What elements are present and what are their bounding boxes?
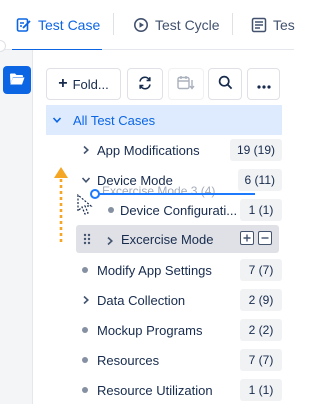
test-cycle-icon — [133, 17, 149, 33]
search-button[interactable] — [208, 68, 242, 100]
calendar-archive-icon — [177, 75, 195, 94]
tree-item-label: App Modifications — [97, 142, 200, 158]
chevron-right-icon[interactable] — [105, 234, 115, 249]
bullet-icon — [82, 327, 88, 333]
new-folder-label: Fold... — [72, 76, 109, 92]
archive-button[interactable] — [168, 68, 204, 100]
tab-test-cycle-label: Test Cycle — [155, 17, 220, 33]
more-actions-button[interactable] — [247, 68, 280, 100]
expand-all-icon[interactable] — [240, 231, 254, 245]
test-case-icon — [16, 17, 32, 33]
tab-divider — [232, 13, 233, 35]
bullet-icon — [82, 387, 88, 393]
more-horizontal-icon — [256, 77, 271, 92]
refresh-icon — [137, 75, 153, 94]
grab-cursor-icon — [77, 194, 93, 215]
tree-item-resource-utilization[interactable]: Resource Utilization 1 (1) — [46, 375, 282, 404]
tree-root-all-test-cases[interactable]: All Test Cases — [46, 105, 282, 135]
tab-test-cycle[interactable]: Test Cycle — [133, 0, 220, 50]
tree-item-data-collection[interactable]: Data Collection 2 (9) — [46, 285, 282, 315]
tree-item-mockup-programs[interactable]: Mockup Programs 2 (2) — [46, 315, 282, 345]
tree-item-label: Data Collection — [97, 292, 186, 308]
plus-icon: + — [58, 75, 68, 92]
bullet-icon — [108, 207, 114, 213]
tree-item-label: Modify App Settings — [97, 262, 212, 278]
folder-tree-toggle[interactable] — [3, 66, 31, 94]
tree-item-label: Mockup Programs — [97, 322, 203, 338]
tree-item-label: Resource Utilization — [97, 382, 213, 398]
folder-open-icon — [9, 72, 25, 89]
test-count-badge: 1 (1) — [240, 379, 282, 401]
test-count-badge: 7 (7) — [240, 259, 282, 281]
refresh-button[interactable] — [127, 68, 163, 100]
tree-item-modify-app-settings[interactable]: Modify App Settings 7 (7) — [46, 255, 282, 285]
tree-item-app-modifications[interactable]: App Modifications 19 (19) — [46, 135, 282, 165]
new-folder-button[interactable]: + Fold... — [46, 68, 121, 100]
test-count-badge: 7 (7) — [240, 349, 282, 371]
tree-root-label: All Test Cases — [73, 112, 156, 128]
chevron-down-icon[interactable] — [51, 114, 63, 126]
chevron-right-icon[interactable] — [80, 144, 92, 156]
dragging-tree-item[interactable]: Excercise Mode — [76, 225, 279, 253]
tree-item-label: Device Configurati... — [120, 202, 238, 218]
test-count-badge: 2 (2) — [240, 319, 282, 341]
search-icon — [218, 75, 233, 93]
collapse-all-icon[interactable] — [258, 231, 272, 245]
tab-test-case-label: Test Case — [38, 17, 101, 33]
tab-test-case[interactable]: Test Case — [11, 0, 103, 51]
tree-item-label: Resources — [97, 352, 160, 368]
test-count-badge: 6 (11) — [237, 169, 282, 191]
test-count-badge: 2 (9) — [240, 289, 282, 311]
dragging-item-label: Excercise Mode — [121, 231, 214, 247]
bullet-icon — [82, 267, 88, 273]
tab-test-plan-label: Tes — [273, 17, 295, 33]
chevron-right-icon[interactable] — [80, 294, 92, 306]
test-count-badge: 19 (19) — [229, 139, 282, 161]
bullet-icon — [82, 357, 88, 363]
tree-item-resources[interactable]: Resources 7 (7) — [46, 345, 282, 375]
test-count-badge: 1 (1) — [240, 199, 282, 221]
left-rail — [0, 50, 33, 404]
tab-divider — [113, 13, 114, 35]
